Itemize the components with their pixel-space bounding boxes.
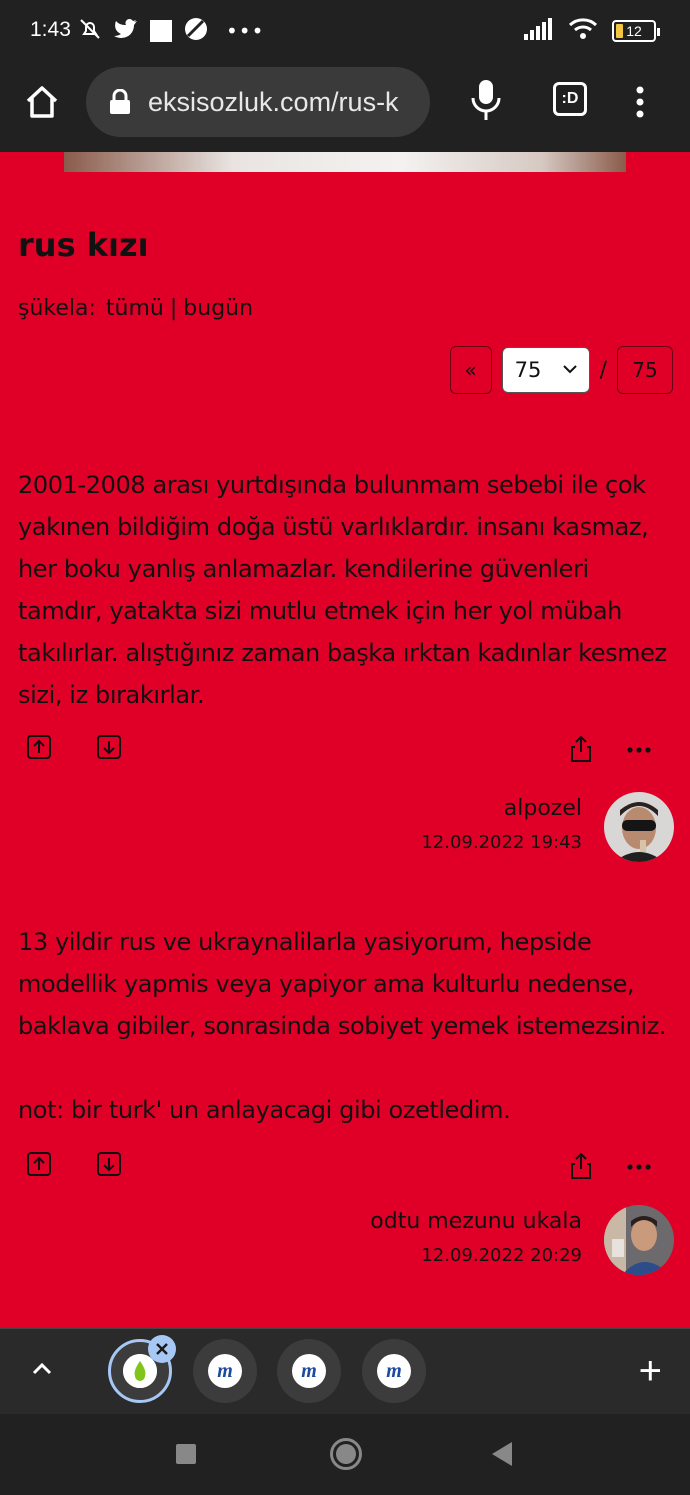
- upvote-button[interactable]: [26, 1151, 52, 1177]
- page-select[interactable]: 75: [501, 347, 590, 393]
- more-horizontal-icon: [627, 1164, 651, 1170]
- mute-notifications-icon: [78, 17, 102, 45]
- new-tab-button[interactable]: +: [639, 1351, 662, 1391]
- battery-icon: 12: [612, 20, 660, 42]
- m-favicon-icon: m: [208, 1354, 242, 1388]
- entry-date[interactable]: 12.09.2022 20:29: [421, 1245, 582, 1266]
- upvote-button[interactable]: [26, 734, 52, 760]
- url-text: eksisozluk.com/rus-k: [148, 86, 399, 117]
- more-horizontal-icon: [627, 747, 651, 753]
- home-nav-button[interactable]: [330, 1438, 362, 1470]
- avatar[interactable]: [604, 792, 674, 862]
- share-icon: [571, 735, 591, 762]
- entry: 2001-2008 arası yurtdışında bulunmam seb…: [18, 464, 674, 884]
- entry: 13 yildir rus ve ukraynalilarla yasiyoru…: [18, 921, 674, 1291]
- avatar[interactable]: [604, 1205, 674, 1275]
- close-icon: [156, 1343, 168, 1355]
- m-favicon-icon: m: [377, 1354, 411, 1388]
- entry-author-block: odtu mezunu ukala 12.09.2022 20:29: [274, 1205, 674, 1277]
- share-icon: [571, 1152, 591, 1179]
- status-bar: 1:43 ••• 12: [0, 0, 690, 62]
- voice-search-button[interactable]: [470, 78, 502, 122]
- share-button[interactable]: [568, 734, 594, 762]
- mic-icon: [471, 80, 501, 120]
- arrow-up-box-icon: [27, 735, 51, 759]
- tab-strip: m m m +: [0, 1328, 690, 1414]
- status-time: 1:43: [30, 18, 71, 41]
- tab-item[interactable]: m: [277, 1339, 341, 1403]
- downvote-button[interactable]: [96, 1151, 122, 1177]
- app-notification-icon: [150, 20, 172, 42]
- browser-toolbar: eksisozluk.com/rus-k :D: [0, 62, 690, 152]
- page-select-value: 75: [514, 358, 542, 382]
- chevron-down-icon: [562, 365, 577, 374]
- status-icons-left: •••: [78, 17, 264, 45]
- address-bar[interactable]: eksisozluk.com/rus-k: [86, 67, 430, 137]
- sukela-all-link[interactable]: tümü: [106, 296, 164, 321]
- pager-separator: /: [599, 357, 607, 383]
- sukela-filter: şükela: tümü | bugün: [18, 296, 253, 321]
- entry-date[interactable]: 12.09.2022 19:43: [421, 832, 582, 853]
- back-button[interactable]: [492, 1442, 512, 1466]
- browser-menu-button[interactable]: [630, 82, 650, 122]
- arrow-down-box-icon: [97, 735, 121, 759]
- more-notifications-icon: •••: [226, 19, 265, 43]
- sukela-today-link[interactable]: bugün: [183, 296, 253, 321]
- tab-item[interactable]: m: [193, 1339, 257, 1403]
- share-button[interactable]: [568, 1151, 594, 1179]
- home-icon: [26, 86, 58, 118]
- entry-actions: [18, 734, 674, 764]
- chevron-up-icon: [32, 1362, 52, 1375]
- arrow-up-box-icon: [27, 1152, 51, 1176]
- pager-prev-button[interactable]: «: [449, 346, 492, 394]
- author-name[interactable]: odtu mezunu ukala: [370, 1209, 582, 1234]
- status-icons-right: 12: [524, 17, 660, 45]
- sukela-separator: |: [169, 296, 178, 321]
- entry-actions: [18, 1151, 674, 1181]
- entry-more-button[interactable]: [626, 1157, 652, 1183]
- browser-notification-icon: [184, 17, 208, 45]
- m-favicon-icon: m: [292, 1354, 326, 1388]
- lock-icon: [108, 88, 132, 115]
- entry-content: 2001-2008 arası yurtdışında bulunmam seb…: [18, 471, 674, 709]
- author-name[interactable]: alpozel: [504, 796, 582, 821]
- arrow-down-box-icon: [97, 1152, 121, 1176]
- twitter-icon: [114, 18, 138, 44]
- pager-last-button[interactable]: 75: [617, 346, 673, 394]
- pager: « 75 / 75: [449, 346, 673, 394]
- expand-tabs-button[interactable]: [30, 1357, 54, 1381]
- entry-content: 13 yildir rus ve ukraynalilarla yasiyoru…: [18, 928, 667, 1124]
- entry-more-button[interactable]: [626, 740, 652, 766]
- home-button[interactable]: [22, 82, 62, 122]
- more-vertical-icon: [636, 86, 644, 118]
- system-nav-bar: [0, 1414, 690, 1495]
- recents-button[interactable]: [176, 1444, 196, 1464]
- close-tab-button[interactable]: [148, 1335, 176, 1363]
- sukela-label: şükela:: [18, 296, 96, 321]
- topic-title[interactable]: rus kızı: [18, 226, 149, 264]
- downvote-button[interactable]: [96, 734, 122, 760]
- signal-icon: [524, 18, 554, 44]
- entry-image: [64, 152, 626, 172]
- wifi-icon: [568, 17, 598, 45]
- tab-item[interactable]: m: [362, 1339, 426, 1403]
- entry-author-block: alpozel 12.09.2022 19:43: [274, 792, 674, 864]
- tab-switcher-button[interactable]: :D: [553, 82, 587, 116]
- battery-level: 12: [626, 23, 642, 39]
